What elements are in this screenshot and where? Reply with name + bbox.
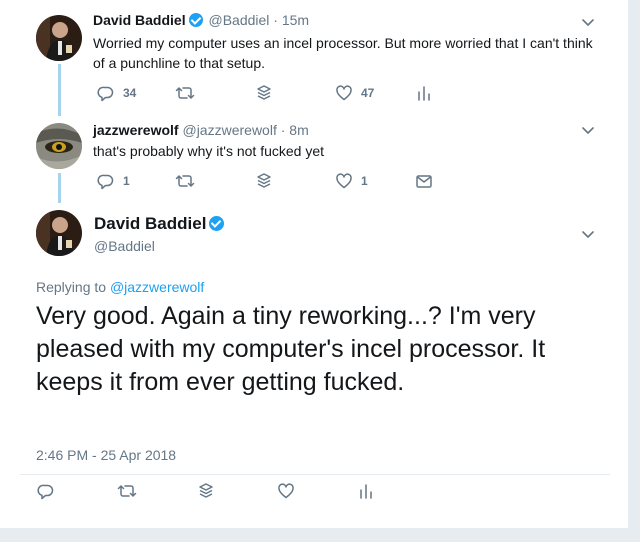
direct-message-button[interactable] [415, 171, 433, 191]
tweet-header: David Baddiel @Baddiel · 15m [93, 12, 309, 28]
reply-count: 34 [123, 86, 137, 100]
retweet-icon [175, 175, 195, 187]
heart-icon [336, 173, 352, 189]
tweet-actions: 1 1 [97, 171, 597, 191]
thread-line [58, 64, 61, 116]
tweet-text: Worried my computer uses an incel proces… [93, 35, 593, 71]
layers-icon [199, 483, 213, 498]
avatar[interactable] [36, 123, 82, 169]
avatar-photo-icon [36, 210, 82, 256]
analytics-icon [418, 86, 430, 101]
retweet-icon [117, 485, 137, 497]
verified-badge-icon [188, 13, 203, 27]
layers-button[interactable] [255, 171, 273, 191]
tweet-thread: David Baddiel @Baddiel · 15m Worried my … [0, 0, 629, 528]
layers-icon [257, 85, 271, 100]
like-button[interactable]: 1 [335, 171, 368, 191]
tweet-text: that's probably why it's not fucked yet [93, 143, 325, 159]
analytics-button[interactable] [357, 481, 375, 501]
like-button[interactable] [277, 481, 295, 501]
handle[interactable]: @Baddiel [208, 12, 269, 28]
verified-badge-icon [209, 216, 225, 231]
chevron-down-icon[interactable] [580, 14, 596, 30]
replying-to: Replying to @jazzwerewolf [36, 279, 204, 295]
chevron-down-icon[interactable] [580, 226, 596, 242]
heart-icon [336, 85, 352, 101]
like-button[interactable]: 47 [335, 83, 374, 103]
avatar-photo-icon [36, 15, 82, 61]
reply-button[interactable]: 1 [97, 171, 130, 191]
handle[interactable]: @Baddiel [94, 238, 155, 254]
avatar[interactable] [36, 210, 82, 256]
analytics-icon [360, 484, 372, 499]
display-name[interactable]: David Baddiel [93, 12, 186, 28]
display-name[interactable]: jazzwerewolf [93, 122, 179, 138]
display-name[interactable]: David Baddiel [94, 214, 206, 233]
layers-button[interactable] [197, 481, 215, 501]
tweet-header: David Baddiel [94, 214, 226, 234]
divider [20, 474, 610, 475]
tweet-2[interactable]: jazzwerewolf @jazzwerewolf · 8m that's p… [0, 112, 628, 203]
replying-to-label: Replying to [36, 279, 107, 295]
handle[interactable]: @jazzwerewolf [182, 122, 276, 138]
tweet-text: Very good. Again a tiny reworking...? I'… [36, 302, 546, 396]
timestamp[interactable]: · 15m [273, 12, 309, 28]
replying-to-handle[interactable]: @jazzwerewolf [110, 279, 204, 295]
envelope-icon [416, 175, 432, 188]
reply-icon [37, 484, 54, 500]
thread-line [58, 173, 61, 203]
reply-icon [97, 86, 114, 102]
reply-button[interactable]: 34 [97, 83, 136, 103]
layers-icon [257, 173, 271, 188]
tweet-header: jazzwerewolf @jazzwerewolf · 8m [93, 122, 309, 138]
wolf-eye-avatar-icon [36, 123, 82, 169]
reply-icon [97, 174, 114, 190]
retweet-icon [175, 87, 195, 99]
timestamp[interactable]: · 8m [281, 122, 309, 138]
like-count: 1 [361, 174, 368, 188]
tweet-1[interactable]: David Baddiel @Baddiel · 15m Worried my … [0, 0, 628, 116]
reply-count: 1 [123, 174, 130, 188]
like-count: 47 [361, 86, 375, 100]
retweet-button[interactable] [117, 481, 137, 501]
chevron-down-icon[interactable] [580, 122, 596, 138]
tweet-actions [37, 481, 537, 501]
analytics-button[interactable] [415, 83, 433, 103]
tweet-actions: 34 47 [97, 83, 597, 103]
layers-button[interactable] [255, 83, 273, 103]
reply-button[interactable] [37, 481, 55, 501]
heart-icon [278, 483, 294, 499]
avatar[interactable] [36, 15, 82, 61]
tweet-timestamp[interactable]: 2:46 PM - 25 Apr 2018 [36, 447, 176, 463]
retweet-button[interactable] [175, 171, 195, 191]
retweet-button[interactable] [175, 83, 195, 103]
